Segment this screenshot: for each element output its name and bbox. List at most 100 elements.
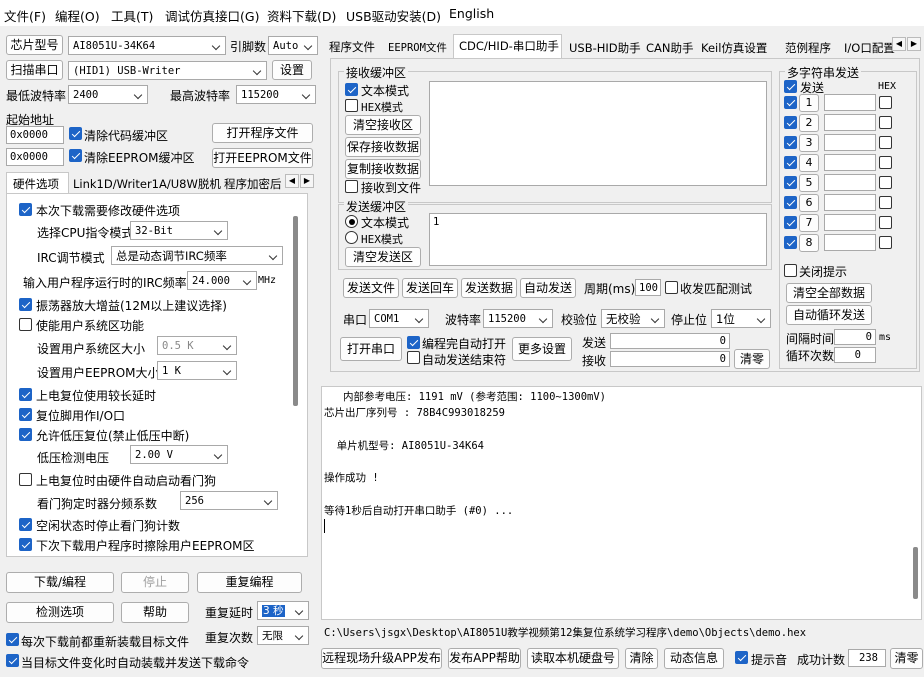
multi-send-row-button[interactable]: 7 bbox=[799, 214, 819, 232]
auto-send-button[interactable]: 自动发送 bbox=[520, 278, 576, 298]
lvr-checkbox[interactable] bbox=[19, 428, 32, 441]
tab-examples[interactable]: 范例程序 bbox=[785, 40, 831, 56]
remote-upgrade-button[interactable]: 远程现场升级APP发布 bbox=[321, 648, 442, 669]
irc-freq-select[interactable]: 24.000 bbox=[187, 271, 257, 290]
osc-gain-checkbox[interactable] bbox=[19, 298, 32, 311]
hw-panel-scrollbar[interactable] bbox=[293, 216, 298, 406]
user-eeprom-select[interactable]: 1 K bbox=[157, 361, 237, 380]
tab-scroll-left-icon[interactable]: ◀ bbox=[285, 174, 299, 188]
stop-bits-select[interactable]: 1位 bbox=[711, 309, 771, 328]
right-tab-right-icon[interactable]: ▶ bbox=[907, 37, 921, 51]
tab-encryption[interactable]: 程序加密后 bbox=[224, 176, 282, 192]
rx-to-file-checkbox[interactable] bbox=[345, 180, 358, 193]
tab-io-config[interactable]: I/O口配置 bbox=[844, 40, 898, 56]
log-scrollbar[interactable] bbox=[913, 547, 918, 599]
multi-send-row-button[interactable]: 5 bbox=[799, 174, 819, 192]
publish-help-button[interactable]: 发布APP帮助 bbox=[448, 648, 521, 669]
menu-program[interactable]: 编程(O) bbox=[55, 6, 100, 25]
multi-send-row-checkbox[interactable] bbox=[784, 116, 797, 129]
tab-keil-sim[interactable]: Keil仿真设置 bbox=[701, 40, 767, 56]
modify-hw-checkbox[interactable] bbox=[19, 203, 32, 216]
stop-button[interactable]: 停止 bbox=[121, 572, 189, 593]
menu-english[interactable]: English bbox=[449, 6, 494, 21]
code-address-input[interactable]: 0x0000 bbox=[6, 126, 64, 144]
read-disk-button[interactable]: 读取本机硬盘号 bbox=[527, 648, 619, 669]
multi-send-row-hex-checkbox[interactable] bbox=[879, 116, 892, 129]
tab-can[interactable]: CAN助手 bbox=[646, 40, 694, 56]
repeat-delay-select[interactable]: 3 秒 bbox=[257, 601, 309, 620]
reset-pin-checkbox[interactable] bbox=[19, 408, 32, 421]
multi-send-row-button[interactable]: 2 bbox=[799, 114, 819, 132]
send-file-button[interactable]: 发送文件 bbox=[343, 278, 399, 298]
multi-send-row-hex-checkbox[interactable] bbox=[879, 136, 892, 149]
cpu-mode-select[interactable]: 32-Bit bbox=[130, 221, 228, 240]
com-port-select[interactable]: COM1 bbox=[369, 309, 429, 328]
save-receive-button[interactable]: 保存接收数据 bbox=[345, 137, 421, 157]
multi-send-row-checkbox[interactable] bbox=[784, 216, 797, 229]
loop-count-input[interactable]: 0 bbox=[834, 347, 876, 363]
chip-model-select[interactable]: AI8051U-34K64 bbox=[68, 36, 226, 55]
multi-send-row-input[interactable] bbox=[824, 214, 876, 231]
multi-send-row-checkbox[interactable] bbox=[784, 196, 797, 209]
clear-success-button[interactable]: 清零 bbox=[890, 648, 923, 669]
close-tip-checkbox[interactable] bbox=[784, 264, 797, 277]
multi-send-row-input[interactable] bbox=[824, 194, 876, 211]
multi-send-row-button[interactable]: 3 bbox=[799, 134, 819, 152]
clear-eeprom-checkbox[interactable] bbox=[69, 149, 82, 162]
multi-send-row-checkbox[interactable] bbox=[784, 136, 797, 149]
user-system-checkbox[interactable] bbox=[19, 318, 32, 331]
multi-send-row-hex-checkbox[interactable] bbox=[879, 176, 892, 189]
send-data-button[interactable]: 发送数据 bbox=[461, 278, 517, 298]
multi-send-row-hex-checkbox[interactable] bbox=[879, 196, 892, 209]
right-tab-left-icon[interactable]: ◀ bbox=[892, 37, 906, 51]
auto-open-checkbox[interactable] bbox=[407, 336, 420, 349]
multi-send-row-button[interactable]: 4 bbox=[799, 154, 819, 172]
eeprom-address-input[interactable]: 0x0000 bbox=[6, 148, 64, 166]
menu-file[interactable]: 文件(F) bbox=[4, 6, 46, 25]
idle-wdt-checkbox[interactable] bbox=[19, 518, 32, 531]
interval-input[interactable]: 0 bbox=[834, 329, 876, 345]
auto-stop-checkbox[interactable] bbox=[407, 351, 420, 364]
multi-send-row-checkbox[interactable] bbox=[784, 96, 797, 109]
tab-scroll-right-icon[interactable]: ▶ bbox=[300, 174, 314, 188]
repeat-count-select[interactable]: 无限 bbox=[257, 626, 309, 645]
rx-text-mode-checkbox[interactable] bbox=[345, 83, 358, 96]
tab-eeprom-file[interactable]: EEPROM文件 bbox=[388, 40, 447, 55]
multi-send-row-checkbox[interactable] bbox=[784, 156, 797, 169]
tab-usb-hid[interactable]: USB-HID助手 bbox=[569, 40, 641, 56]
more-settings-button[interactable]: 更多设置 bbox=[512, 337, 572, 361]
settings-button[interactable]: 设置 bbox=[272, 60, 312, 80]
rx-hex-mode-checkbox[interactable] bbox=[345, 99, 358, 112]
match-test-checkbox[interactable] bbox=[665, 281, 678, 294]
multi-send-row-hex-checkbox[interactable] bbox=[879, 236, 892, 249]
max-baud-select[interactable]: 115200 bbox=[236, 85, 316, 104]
auto-loop-send-button[interactable]: 自动循环发送 bbox=[786, 305, 872, 325]
clear-all-data-button[interactable]: 清空全部数据 bbox=[786, 283, 872, 303]
clear-code-checkbox[interactable] bbox=[69, 127, 82, 140]
multi-send-row-hex-checkbox[interactable] bbox=[879, 156, 892, 169]
check-options-button[interactable]: 检测选项 bbox=[6, 602, 114, 623]
parity-select[interactable]: 无校验 bbox=[601, 309, 665, 328]
menu-usb-driver[interactable]: USB驱动安装(D) bbox=[346, 6, 441, 25]
user-system-size-select[interactable]: 0.5 K bbox=[157, 336, 237, 355]
copy-receive-button[interactable]: 复制接收数据 bbox=[345, 159, 421, 179]
multi-send-row-input[interactable] bbox=[824, 234, 876, 251]
help-button[interactable]: 帮助 bbox=[121, 602, 189, 623]
scan-port-button[interactable]: 扫描串口 bbox=[6, 60, 63, 80]
tx-text-mode-radio[interactable] bbox=[345, 215, 358, 228]
beep-checkbox[interactable] bbox=[735, 651, 748, 664]
menu-debug[interactable]: 调试仿真接口(G) bbox=[165, 6, 259, 25]
multi-send-row-hex-checkbox[interactable] bbox=[879, 96, 892, 109]
multi-send-all-checkbox[interactable] bbox=[784, 80, 797, 93]
multi-send-row-hex-checkbox[interactable] bbox=[879, 216, 892, 229]
multi-send-row-input[interactable] bbox=[824, 94, 876, 111]
multi-send-row-button[interactable]: 6 bbox=[799, 194, 819, 212]
open-eeprom-file-button[interactable]: 打开EEPROM文件 bbox=[212, 148, 313, 168]
multi-send-row-checkbox[interactable] bbox=[784, 236, 797, 249]
multi-send-row-button[interactable]: 8 bbox=[799, 234, 819, 252]
receive-textarea[interactable] bbox=[429, 81, 767, 186]
menu-downloads[interactable]: 资料下载(D) bbox=[267, 6, 336, 25]
multi-send-row-checkbox[interactable] bbox=[784, 176, 797, 189]
repeat-program-button[interactable]: 重复编程 bbox=[197, 572, 302, 593]
send-enter-button[interactable]: 发送回车 bbox=[402, 278, 458, 298]
